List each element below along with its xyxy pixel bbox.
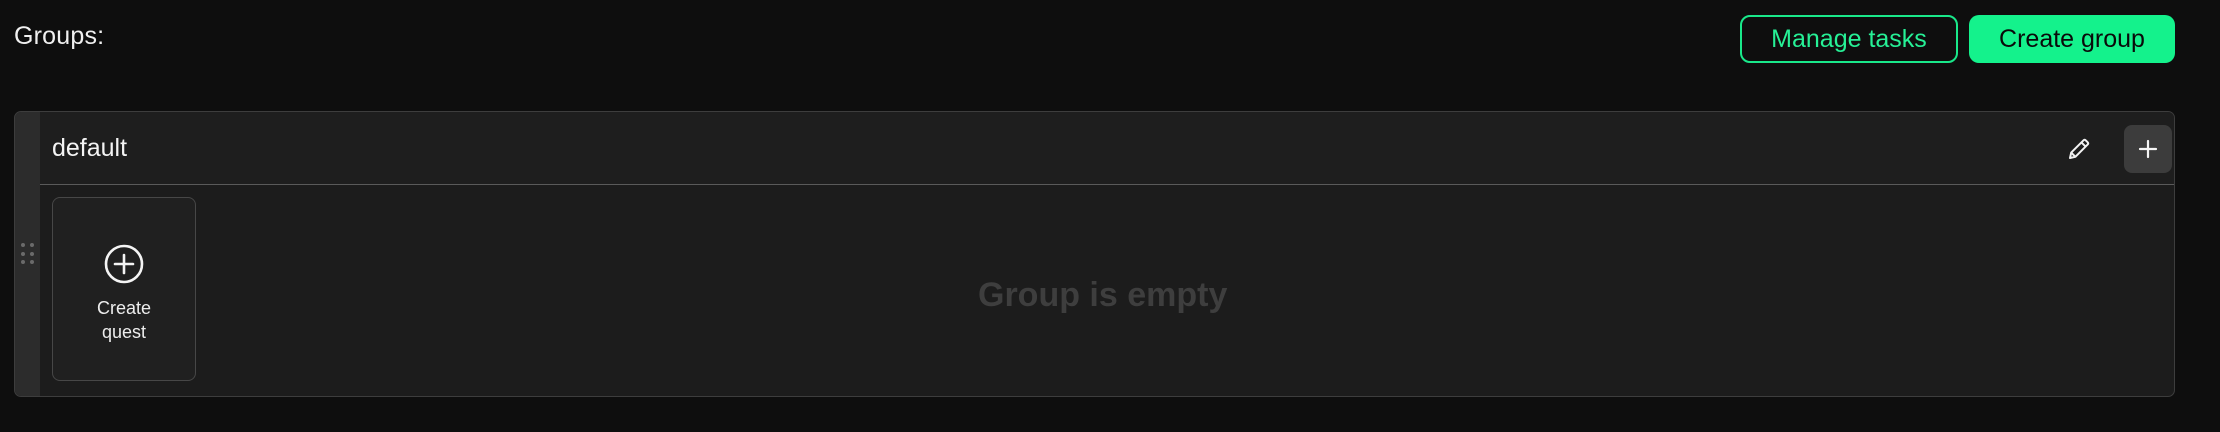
create-group-button[interactable]: Create group	[1969, 15, 2175, 63]
group-header: default	[40, 112, 2174, 185]
manage-tasks-button[interactable]: Manage tasks	[1740, 15, 1958, 63]
create-quest-label-line2: quest	[101, 322, 147, 342]
groups-heading: Groups:	[14, 22, 105, 50]
plus-circle-icon	[104, 244, 144, 284]
add-to-group-button[interactable]	[2124, 125, 2172, 173]
create-quest-card[interactable]: Create quest	[52, 197, 196, 381]
group-body: Create quest Group is empty	[40, 185, 2174, 396]
group-card-default: default Create quest Group is empty	[14, 111, 2175, 397]
drag-handle[interactable]	[15, 112, 40, 396]
create-quest-label: Create quest	[53, 296, 195, 344]
drag-handle-icon	[21, 243, 35, 265]
create-quest-label-line1: Create	[96, 298, 152, 318]
pencil-icon[interactable]	[2064, 134, 2094, 164]
plus-icon	[2138, 139, 2158, 159]
empty-group-message: Group is empty	[978, 276, 1228, 314]
group-name: default	[52, 134, 128, 162]
groups-page: Groups: Manage tasks Create group defaul…	[0, 0, 2220, 432]
